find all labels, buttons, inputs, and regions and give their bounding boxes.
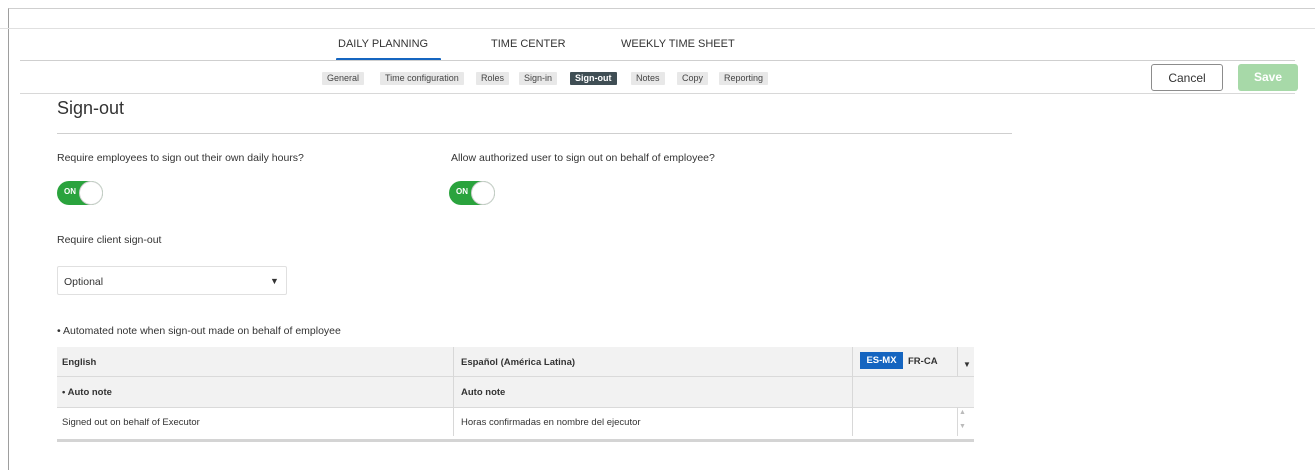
tab-weekly-time-sheet[interactable]: WEEKLY TIME SHEET bbox=[621, 38, 735, 50]
require-employees-label: Require employees to sign out their own … bbox=[57, 152, 304, 164]
header-english: English bbox=[62, 357, 97, 368]
require-employees-toggle[interactable]: ON bbox=[57, 181, 103, 205]
require-client-select[interactable]: Optional ▼ bbox=[57, 266, 287, 295]
subnav-divider bbox=[20, 93, 1295, 94]
col-divider bbox=[957, 407, 958, 436]
toggle-knob bbox=[472, 182, 494, 204]
header-spanish: Español (América Latina) bbox=[461, 357, 576, 368]
automated-note-label: • Automated note when sign-out made on b… bbox=[57, 325, 341, 337]
row-divider bbox=[57, 407, 974, 408]
page-title: Sign-out bbox=[57, 98, 125, 118]
lang-es-mx-button[interactable]: ES-MX bbox=[860, 352, 903, 369]
subnav-time-configuration[interactable]: Time configuration bbox=[380, 72, 464, 85]
table-header-bg bbox=[57, 347, 974, 407]
auto-note-table: English Español (América Latina) ES-MX F… bbox=[57, 347, 974, 442]
subnav-sign-out[interactable]: Sign-out bbox=[570, 72, 617, 85]
tabs-divider bbox=[20, 60, 1295, 61]
lang-dropdown-icon[interactable]: ▼ bbox=[963, 360, 971, 369]
subheader-spanish: Auto note bbox=[461, 387, 506, 398]
note-english-cell[interactable]: Signed out on behalf of Executor bbox=[62, 417, 200, 428]
col-divider bbox=[453, 347, 454, 436]
caret-down-icon: ▼ bbox=[270, 276, 279, 286]
subnav-notes[interactable]: Notes bbox=[631, 72, 665, 85]
title-divider bbox=[57, 133, 1012, 134]
scroll-up-icon[interactable]: ▲ bbox=[959, 409, 966, 416]
subnav-general[interactable]: General bbox=[322, 72, 365, 85]
allow-authorized-toggle[interactable]: ON bbox=[449, 181, 495, 205]
col-divider bbox=[957, 347, 958, 376]
toggle-knob bbox=[80, 182, 102, 204]
toggle-state-label: ON bbox=[64, 187, 76, 196]
subnav-sign-in[interactable]: Sign-in bbox=[519, 72, 558, 85]
toggle-state-label: ON bbox=[456, 187, 468, 196]
tab-time-center[interactable]: TIME CENTER bbox=[491, 38, 566, 50]
lang-fr-ca-button[interactable]: FR-CA bbox=[908, 356, 938, 367]
require-client-label: Require client sign-out bbox=[57, 234, 162, 246]
subnav-reporting[interactable]: Reporting bbox=[719, 72, 769, 85]
save-button[interactable]: Save bbox=[1238, 64, 1298, 91]
cancel-button[interactable]: Cancel bbox=[1151, 64, 1223, 91]
subnav-copy[interactable]: Copy bbox=[677, 72, 709, 85]
subnav-roles[interactable]: Roles bbox=[476, 72, 510, 85]
tab-daily-planning[interactable]: DAILY PLANNING bbox=[338, 38, 428, 50]
subheader-english: • Auto note bbox=[62, 387, 112, 398]
row-divider bbox=[57, 376, 974, 377]
scroll-down-icon[interactable]: ▼ bbox=[959, 423, 966, 430]
col-divider bbox=[852, 347, 853, 436]
note-spanish-cell[interactable]: Horas confirmadas en nombre del ejecutor bbox=[461, 417, 641, 428]
allow-authorized-label: Allow authorized user to sign out on beh… bbox=[451, 152, 715, 164]
select-value: Optional bbox=[64, 276, 104, 288]
